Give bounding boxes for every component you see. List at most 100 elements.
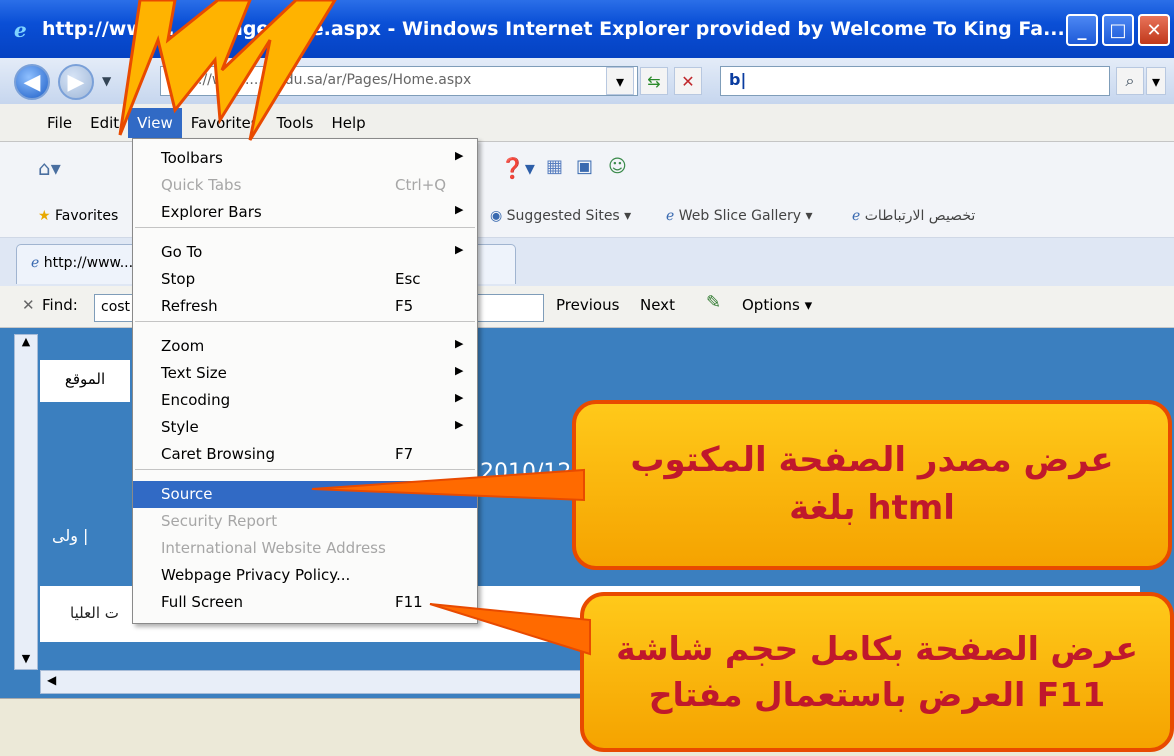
site-nav-item[interactable]: ت العليا: [70, 604, 119, 622]
view-menu-item-style[interactable]: Style ▶: [133, 414, 477, 441]
menu-file[interactable]: File: [38, 108, 81, 138]
customize-links-icon: ℯ: [852, 208, 861, 224]
menu-bar: File Edit View Favorites Tools Help: [0, 104, 1174, 142]
search-options-icon[interactable]: ▾: [1146, 67, 1166, 95]
close-button[interactable]: ✕: [1138, 14, 1170, 46]
find-label: Find:: [42, 296, 78, 314]
refresh-icon[interactable]: ⇆: [640, 67, 668, 95]
ie-icon: ℯ: [14, 18, 27, 42]
address-bar[interactable]: http://www....u.edu.sa/ar/Pages/Home.asp…: [160, 66, 638, 96]
search-input[interactable]: b|: [720, 66, 1110, 96]
suggested-sites-icon: ◉: [490, 208, 503, 224]
menu-item-label: Refresh: [161, 297, 218, 315]
menu-item-label: Go To: [161, 243, 203, 261]
view-menu-item-quick-tabs: Quick Tabs Ctrl+Q: [133, 172, 477, 199]
view-menu-item-webpage-privacy-policy[interactable]: Webpage Privacy Policy...: [133, 562, 477, 589]
view-menu-item-international-website-address: International Website Address: [133, 535, 477, 562]
scroll-down-icon[interactable]: ▼: [15, 652, 37, 665]
menu-separator: [135, 227, 475, 228]
vertical-scrollbar[interactable]: ▲ ▼: [14, 334, 38, 670]
customize-links-button[interactable]: ℯ تخصيص الارتباطات: [852, 208, 975, 224]
find-options-button[interactable]: Options ▾: [742, 296, 812, 314]
view-menu-item-go-to[interactable]: Go To ▶: [133, 239, 477, 266]
forward-button[interactable]: ▶: [58, 64, 94, 100]
messenger-icon[interactable]: ☺: [608, 156, 627, 177]
menu-separator: [135, 469, 475, 470]
submenu-arrow-icon: ▶: [455, 243, 464, 256]
web-slice-icon: ℯ: [666, 208, 675, 224]
minimize-button[interactable]: _: [1066, 14, 1098, 46]
search-icon[interactable]: ⌕: [1116, 67, 1144, 95]
view-menu-item-zoom[interactable]: Zoom ▶: [133, 333, 477, 360]
star-icon: ★: [38, 208, 51, 224]
address-dropdown-icon[interactable]: ▾: [606, 67, 634, 95]
submenu-arrow-icon: ▶: [455, 203, 464, 216]
fullscreen-callout: عرض الصفحة بكامل حجم شاشة العرض باستعمال…: [580, 592, 1174, 752]
menu-item-label: International Website Address: [161, 539, 386, 557]
home-icon[interactable]: ⌂▾: [38, 156, 61, 180]
submenu-arrow-icon: ▶: [455, 364, 464, 377]
translate-icon[interactable]: ▣: [576, 156, 593, 177]
browser-window: ℯ http://www...ed...age...me.aspx - Wind…: [0, 0, 1174, 756]
menu-item-label: Zoom: [161, 337, 205, 355]
address-row: ◀ ▶ ▼ http://www....u.edu.sa/ar/Pages/Ho…: [0, 58, 1174, 104]
menu-item-label: Full Screen: [161, 593, 243, 611]
help-icon[interactable]: ❓▾: [500, 156, 535, 180]
menu-item-label: Source: [161, 485, 213, 503]
menu-tools[interactable]: Tools: [268, 108, 323, 138]
menu-item-label: Text Size: [161, 364, 227, 382]
view-menu-item-explorer-bars[interactable]: Explorer Bars ▶: [133, 199, 477, 226]
menu-view[interactable]: View: [128, 107, 182, 138]
menu-item-label: Caret Browsing: [161, 445, 275, 463]
submenu-arrow-icon: ▶: [455, 418, 464, 431]
find-next-button[interactable]: Next: [640, 296, 675, 314]
window-title: http://www...ed...age...me.aspx - Window…: [42, 18, 1065, 40]
menu-item-shortcut: Esc: [395, 270, 421, 288]
view-menu: Toolbars ▶ Quick Tabs Ctrl+Q Explorer Bars ▶ G…: [132, 138, 478, 624]
research-icon[interactable]: ▦: [546, 156, 563, 177]
title-bar: ℯ http://www...ed...age...me.aspx - Wind…: [0, 0, 1174, 58]
site-button[interactable]: الموقع: [40, 360, 130, 402]
menu-item-shortcut: F5: [395, 297, 414, 315]
highlight-icon[interactable]: ✎: [706, 292, 721, 313]
menu-item-label: Style: [161, 418, 199, 436]
view-menu-item-full-screen[interactable]: Full Screen F11: [133, 589, 477, 616]
close-find-icon[interactable]: ✕: [22, 296, 35, 314]
menu-item-shortcut: F11: [395, 593, 423, 611]
recent-pages-chevron-icon[interactable]: ▼: [102, 74, 111, 88]
menu-item-label: Encoding: [161, 391, 231, 409]
web-slice-gallery-button[interactable]: ℯ Web Slice Gallery ▾: [666, 208, 813, 224]
back-button[interactable]: ◀: [14, 64, 50, 100]
view-menu-item-text-size[interactable]: Text Size ▶: [133, 360, 477, 387]
scroll-left-icon[interactable]: ◀: [47, 673, 56, 687]
page-side-text: ولى |: [52, 526, 89, 545]
menu-item-label: Toolbars: [161, 149, 223, 167]
view-menu-item-caret-browsing[interactable]: Caret Browsing F7: [133, 441, 477, 468]
view-menu-item-refresh[interactable]: Refresh F5: [133, 293, 477, 320]
menu-item-shortcut: F7: [395, 445, 414, 463]
view-menu-item-stop[interactable]: Stop Esc: [133, 266, 477, 293]
favorites-button[interactable]: ★ Favorites: [38, 208, 118, 224]
stop-icon[interactable]: ✕: [674, 67, 702, 95]
menu-item-label: Webpage Privacy Policy...: [161, 566, 351, 584]
page-date: 2010/12: [480, 460, 572, 485]
view-menu-item-security-report: Security Report: [133, 508, 477, 535]
suggested-sites-button[interactable]: ◉ Suggested Sites ▾: [490, 208, 631, 224]
scroll-up-icon[interactable]: ▲: [15, 335, 37, 348]
page-icon: ℯ: [31, 255, 40, 271]
menu-help[interactable]: Help: [323, 108, 375, 138]
menu-favorites[interactable]: Favorites: [182, 108, 268, 138]
menu-item-label: Stop: [161, 270, 196, 288]
find-previous-button[interactable]: Previous: [556, 296, 619, 314]
submenu-arrow-icon: ▶: [455, 149, 464, 162]
menu-item-label: Quick Tabs: [161, 176, 242, 194]
source-callout: عرض مصدر الصفحة المكتوب بلغة html: [572, 400, 1172, 570]
menu-edit[interactable]: Edit: [81, 108, 128, 138]
menu-item-label: Security Report: [161, 512, 278, 530]
menu-item-label: Explorer Bars: [161, 203, 262, 221]
view-menu-item-source[interactable]: Source: [133, 481, 477, 508]
submenu-arrow-icon: ▶: [455, 337, 464, 350]
maximize-button[interactable]: □: [1102, 14, 1134, 46]
view-menu-item-encoding[interactable]: Encoding ▶: [133, 387, 477, 414]
view-menu-item-toolbars[interactable]: Toolbars ▶: [133, 145, 477, 172]
